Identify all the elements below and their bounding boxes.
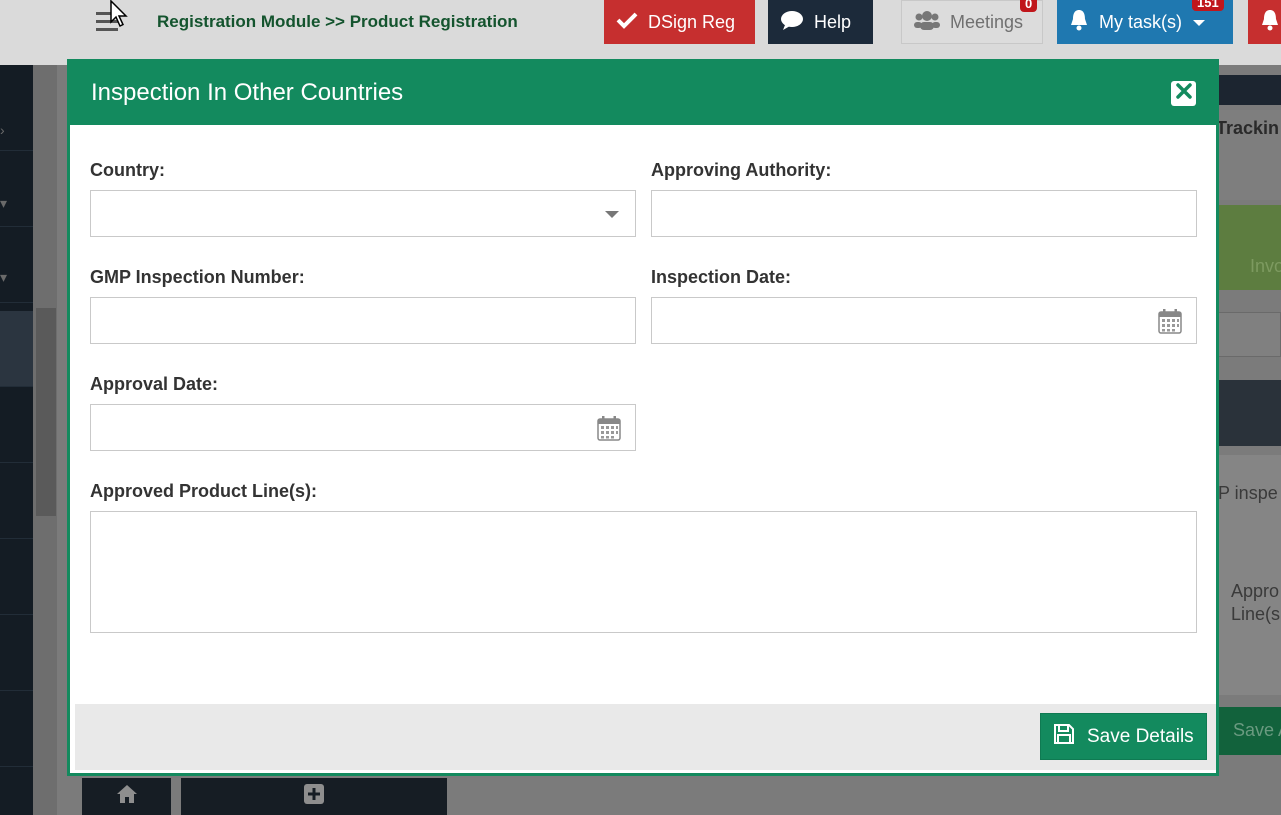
- sidebar-item[interactable]: ▾: [0, 227, 33, 303]
- close-icon: [1175, 83, 1192, 104]
- bg-panel: [1216, 205, 1281, 290]
- check-icon: [616, 11, 638, 34]
- approved-product-lines-textarea[interactable]: [90, 511, 1197, 633]
- gmp-inspection-number-label: GMP Inspection Number:: [90, 267, 305, 287]
- help-button[interactable]: Help: [768, 0, 873, 44]
- approving-authority-input[interactable]: [651, 190, 1197, 237]
- bell-icon: [1260, 9, 1280, 36]
- gmp-inspection-number-field[interactable]: [91, 298, 635, 343]
- close-button[interactable]: [1171, 81, 1196, 106]
- modal-header: Inspection In Other Countries: [70, 62, 1216, 125]
- dropdown-arrow-icon: [605, 211, 619, 218]
- inspection-date-label: Inspection Date:: [651, 267, 792, 287]
- chevron-down-icon: ▾: [0, 195, 8, 211]
- bg-lines-text: Line(s: [1231, 604, 1281, 624]
- calendar-icon[interactable]: [597, 415, 621, 441]
- sidebar-item[interactable]: [0, 387, 33, 463]
- inspection-date-input[interactable]: [651, 297, 1197, 344]
- bell-icon: [1069, 9, 1089, 36]
- save-details-label: Save Details: [1087, 725, 1194, 747]
- sidebar-item[interactable]: ›: [0, 75, 33, 151]
- gmp-inspection-number-input[interactable]: [90, 297, 636, 344]
- calendar-icon[interactable]: [1158, 308, 1182, 334]
- bg-invoice-text: Invo: [1250, 256, 1281, 276]
- breadcrumb: Registration Module >> Product Registrat…: [157, 12, 518, 31]
- bg-gmp-inspection-text: P inspe: [1218, 483, 1278, 503]
- my-tasks-button[interactable]: My task(s) 151: [1057, 0, 1233, 44]
- plus-square-icon: [303, 783, 325, 811]
- sidebar-item-active[interactable]: [0, 311, 33, 387]
- sidebar-item[interactable]: ▾: [0, 151, 33, 227]
- chevron-down-icon: [1192, 12, 1206, 33]
- approved-product-lines-label: Approved Product Line(s):: [90, 481, 318, 501]
- home-icon: [116, 784, 138, 810]
- save-details-button[interactable]: Save Details: [1040, 713, 1207, 760]
- mouse-cursor-icon: [110, 0, 130, 28]
- sidebar: › ▾ ▾: [0, 65, 33, 815]
- inspection-date-field[interactable]: [652, 298, 1196, 343]
- approving-authority-label: Approving Authority:: [651, 160, 832, 180]
- meetings-count-badge: 0: [1020, 0, 1038, 12]
- my-tasks-label: My task(s): [1099, 11, 1182, 32]
- tasks-count-badge: 151: [1192, 0, 1224, 11]
- chevron-right-icon: ›: [0, 122, 5, 138]
- notification-button[interactable]: [1248, 0, 1281, 44]
- approval-date-label: Approval Date:: [90, 374, 219, 394]
- sidebar-item[interactable]: [0, 463, 33, 539]
- chat-bubble-icon: [780, 10, 804, 35]
- country-select[interactable]: [90, 190, 636, 237]
- chevron-down-icon: ▾: [0, 269, 8, 285]
- modal-footer: Save Details: [75, 704, 1216, 770]
- bg-panel: [1216, 312, 1281, 357]
- approval-date-input[interactable]: [90, 404, 636, 451]
- approval-date-field[interactable]: [91, 405, 635, 450]
- dsign-reg-button[interactable]: DSign Reg: [604, 0, 755, 44]
- inspection-modal: Inspection In Other Countries Country: A…: [67, 59, 1219, 776]
- sidebar-scrollbar-thumb[interactable]: [36, 308, 56, 516]
- bg-panel: [1216, 380, 1281, 446]
- top-bar: Registration Module >> Product Registrat…: [0, 0, 1281, 65]
- dsign-reg-label: DSign Reg: [648, 11, 736, 32]
- bg-tracking-text: Trackin: [1216, 118, 1280, 138]
- sidebar-item[interactable]: [0, 691, 33, 767]
- help-label: Help: [814, 11, 852, 32]
- sidebar-item[interactable]: [0, 615, 33, 691]
- bg-panel: [1216, 75, 1281, 105]
- meetings-button[interactable]: Meetings 0: [901, 0, 1043, 44]
- users-icon: [914, 10, 940, 35]
- country-label: Country:: [90, 160, 165, 180]
- sidebar-item[interactable]: [0, 539, 33, 615]
- bg-approved-text: Appro: [1231, 581, 1280, 601]
- add-tab[interactable]: [181, 778, 447, 815]
- floppy-disk-icon: [1053, 723, 1075, 751]
- bg-save-text: Save A: [1233, 720, 1281, 740]
- modal-title: Inspection In Other Countries: [91, 79, 404, 106]
- approving-authority-field[interactable]: [652, 191, 1196, 236]
- home-tab[interactable]: [82, 778, 171, 815]
- meetings-label: Meetings: [950, 11, 1024, 32]
